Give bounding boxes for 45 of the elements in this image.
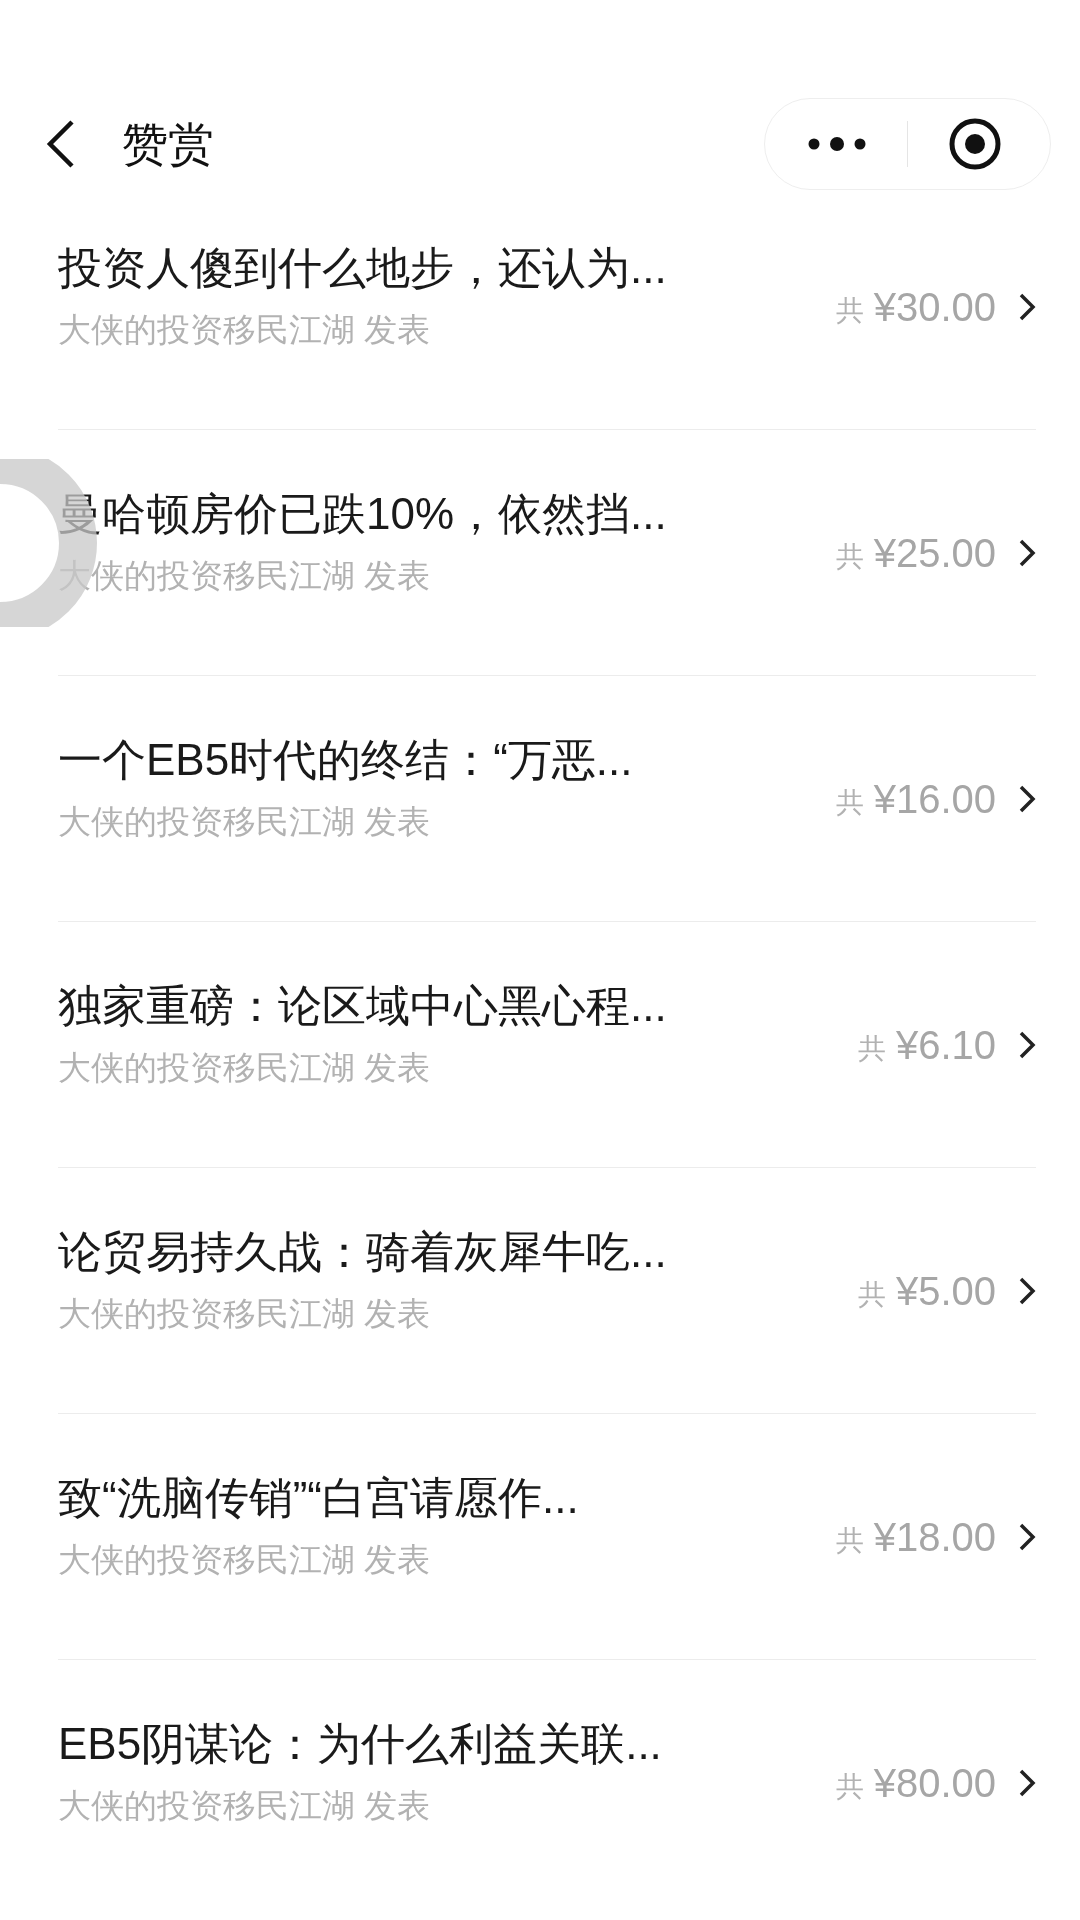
amount-text: ¥6.10 [895, 1021, 996, 1069]
total-label: 共 [857, 1277, 886, 1312]
chevron-right-icon [1018, 537, 1036, 568]
total-label: 共 [835, 785, 864, 820]
amount-text: ¥16.00 [873, 775, 996, 823]
list-item[interactable]: 论贸易持久战：骑着灰犀牛吃... 大侠的投资移民江湖 发表 共 ¥5.00 [58, 1168, 1036, 1414]
author-text: 大侠的投资移民江湖 发表 [58, 1047, 432, 1088]
author-text: 大侠的投资移民江湖 发表 [58, 1293, 432, 1334]
list-item[interactable]: 一个EB5时代的终结：“万恶... 大侠的投资移民江湖 发表 共 ¥16.00 [58, 676, 1036, 922]
author-text: 大侠的投资移民江湖 发表 [58, 1539, 432, 1580]
article-title: 投资人傻到什么地步，还认为... [58, 241, 668, 294]
list-item[interactable]: EB5阴谋论：为什么利益关联... 大侠的投资移民江湖 发表 共 ¥80.00 [58, 1660, 1036, 1906]
total-label: 共 [835, 293, 864, 328]
author-text: 大侠的投资移民江湖 发表 [58, 555, 432, 596]
amount-text: ¥30.00 [873, 283, 996, 331]
total-label: 共 [835, 1770, 864, 1804]
amount-text: ¥18.00 [873, 1513, 996, 1561]
target-icon[interactable] [948, 117, 1002, 171]
list-item[interactable]: 致“洗脑传销”“白宫请愿作... 大侠的投资移民江湖 发表 共 ¥18.00 [58, 1414, 1036, 1660]
list-item[interactable]: 曼哈顿房价已跌10%，依然挡... 大侠的投资移民江湖 发表 共 ¥25.00 [58, 430, 1036, 676]
author-text: 大侠的投资移民江湖 发表 [58, 801, 432, 842]
chevron-right-icon [1018, 783, 1036, 814]
article-title: 致“洗脑传销”“白宫请愿作... [58, 1471, 580, 1524]
list-item[interactable]: 独家重磅：论区域中心黑心程... 大侠的投资移民江湖 发表 共 ¥6.10 [58, 922, 1036, 1168]
amount-text: ¥5.00 [895, 1267, 996, 1315]
amount-text: ¥25.00 [873, 529, 996, 577]
amount-text: ¥80.00 [873, 1760, 996, 1807]
article-title: 独家重磅：论区域中心黑心程... [58, 979, 668, 1032]
total-label: 共 [835, 539, 864, 574]
article-title: 论贸易持久战：骑着灰犀牛吃... [58, 1225, 668, 1278]
article-title: 曼哈顿房价已跌10%，依然挡... [58, 487, 668, 540]
more-icon[interactable] [807, 137, 867, 151]
chevron-right-icon [1018, 1275, 1036, 1306]
total-label: 共 [835, 1523, 864, 1558]
list-item[interactable]: 投资人傻到什么地步，还认为... 大侠的投资移民江湖 发表 共 ¥30.00 [58, 184, 1036, 430]
chevron-right-icon [1018, 1029, 1036, 1060]
total-label: 共 [857, 1031, 886, 1066]
author-text: 大侠的投资移民江湖 发表 [58, 1786, 432, 1826]
chevron-right-icon [1018, 1521, 1036, 1552]
article-title: 一个EB5时代的终结：“万恶... [58, 733, 634, 786]
chevron-right-icon [1018, 1768, 1036, 1798]
article-title: EB5阴谋论：为什么利益关联... [58, 1718, 663, 1770]
chevron-right-icon [1018, 291, 1036, 322]
author-text: 大侠的投资移民江湖 发表 [58, 309, 432, 350]
page-title: 赞赏 [122, 116, 214, 172]
